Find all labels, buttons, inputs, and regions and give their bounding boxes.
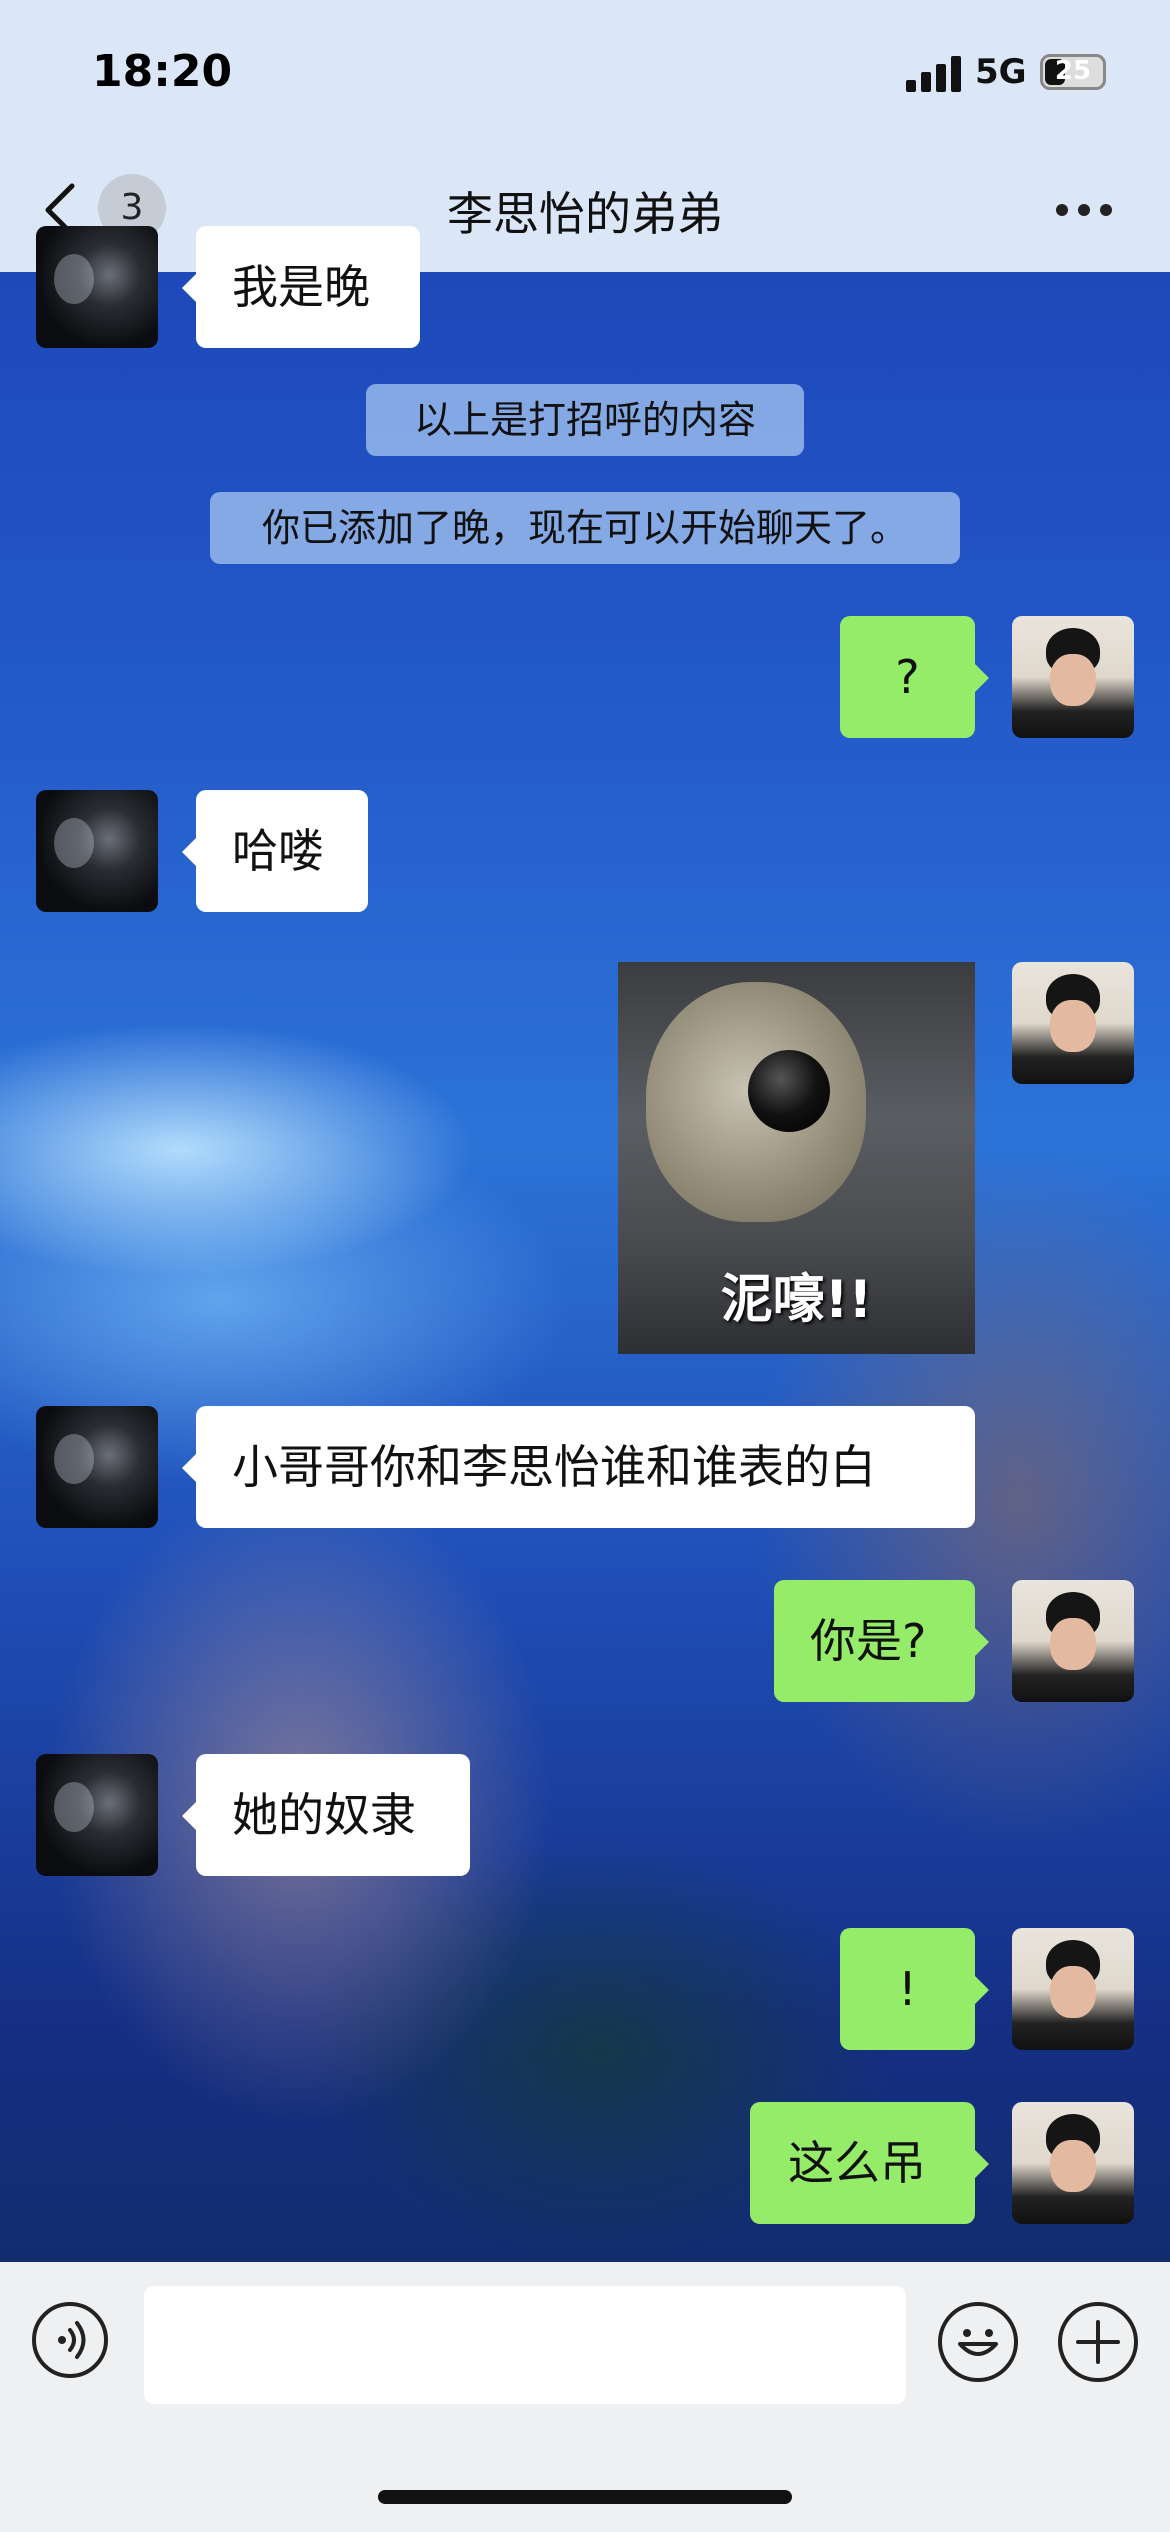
message-bubble[interactable]: 她的奴隶 bbox=[182, 1754, 470, 1876]
contact-avatar[interactable] bbox=[36, 1754, 158, 1876]
more-dots-icon[interactable] bbox=[1056, 204, 1116, 218]
my-avatar[interactable] bbox=[1012, 1580, 1134, 1702]
voice-icon[interactable] bbox=[32, 2302, 108, 2378]
emoji-icon[interactable] bbox=[938, 2302, 1018, 2382]
battery-level: 25 bbox=[1054, 56, 1092, 86]
message-bubble[interactable]: 小哥哥你和李思怡谁和谁表的白 bbox=[182, 1406, 975, 1528]
status-bar: 18:20 5G 25 bbox=[0, 0, 1170, 150]
my-avatar[interactable] bbox=[1012, 616, 1134, 738]
sticker-image[interactable]: 泥嚎!! bbox=[618, 962, 975, 1354]
chat-title: 李思怡的弟弟 bbox=[447, 187, 723, 241]
contact-avatar[interactable] bbox=[36, 1406, 158, 1528]
message-bubble[interactable]: 你是? bbox=[774, 1580, 989, 1702]
my-avatar[interactable] bbox=[1012, 962, 1134, 1084]
system-tip: 以上是打招呼的内容 bbox=[366, 384, 804, 456]
system-tip: 你已添加了晚，现在可以开始聊天了。 bbox=[210, 492, 960, 564]
sticker-caption: 泥嚎!! bbox=[720, 1270, 873, 1330]
message-bubble[interactable]: 这么吊 bbox=[750, 2102, 989, 2224]
signal-icon bbox=[906, 56, 964, 92]
my-avatar[interactable] bbox=[1012, 1928, 1134, 2050]
battery-icon: 25 bbox=[1040, 54, 1106, 90]
message-input[interactable] bbox=[144, 2286, 906, 2404]
status-time: 18:20 bbox=[92, 46, 233, 97]
network-type: 5G bbox=[975, 52, 1027, 92]
message-bubble[interactable]: 哈喽 bbox=[182, 790, 368, 912]
message-bubble[interactable]: ! bbox=[840, 1928, 989, 2050]
home-indicator bbox=[378, 2490, 792, 2504]
contact-avatar[interactable] bbox=[36, 790, 158, 912]
message-bubble[interactable]: 我是晚 bbox=[182, 226, 420, 348]
dog-eye-shape bbox=[748, 1050, 830, 1132]
my-avatar[interactable] bbox=[1012, 2102, 1134, 2224]
contact-avatar[interactable] bbox=[36, 226, 158, 348]
chat-header: 3 李思怡的弟弟 bbox=[0, 150, 1170, 272]
plus-icon[interactable] bbox=[1058, 2302, 1138, 2382]
message-bubble[interactable]: ? bbox=[840, 616, 989, 738]
chat-background bbox=[0, 0, 1170, 2532]
